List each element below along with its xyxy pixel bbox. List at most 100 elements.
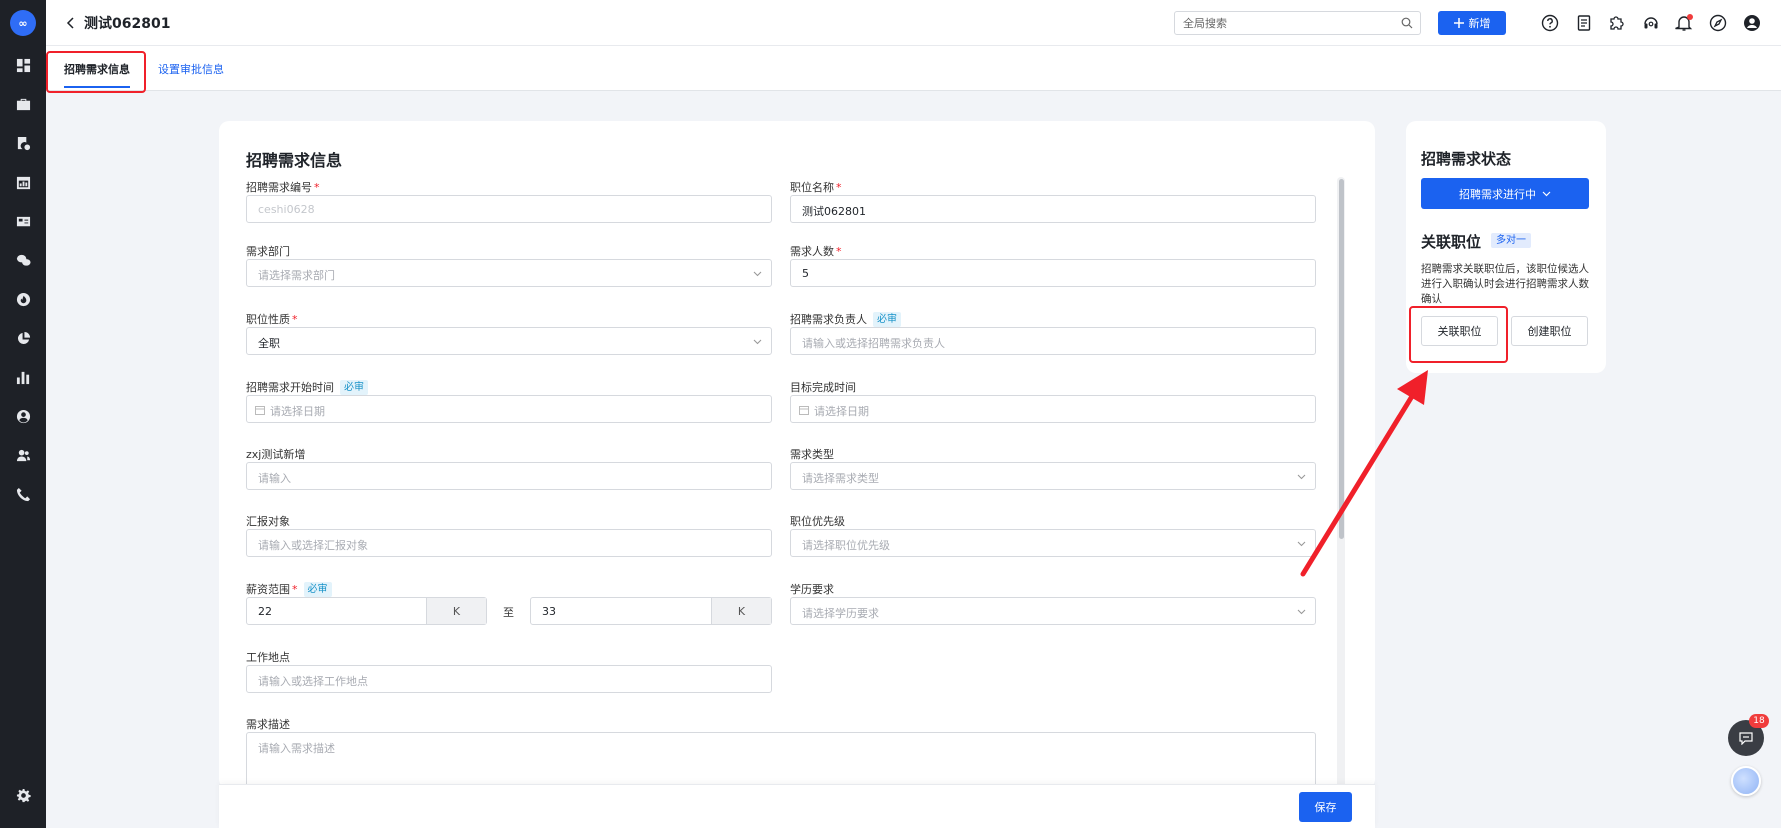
education-select[interactable]: 请选择学历要求 — [790, 597, 1316, 625]
id-card-icon[interactable] — [14, 212, 32, 230]
calendar-icon — [799, 406, 809, 415]
owner-input[interactable]: 请输入或选择招聘需求负责人 — [790, 327, 1316, 355]
location-input[interactable]: 请输入或选择工作地点 — [246, 665, 772, 693]
headcount-label: 需求人数 — [790, 245, 834, 258]
education-label: 学历要求 — [790, 583, 834, 596]
salary-min-value: 22 — [258, 605, 272, 618]
description-textarea[interactable]: 请输入需求描述 — [246, 732, 1316, 789]
page-title: 测试062801 — [84, 16, 171, 32]
priority-select[interactable]: 请选择职位优先级 — [790, 529, 1316, 557]
chevron-down-icon — [1297, 541, 1306, 547]
description-label: 需求描述 — [246, 718, 290, 731]
pie-chart-icon[interactable] — [14, 329, 32, 347]
back-arrow-icon[interactable] — [66, 14, 80, 32]
highlight-box-tab — [46, 51, 146, 93]
briefcase-icon[interactable] — [14, 95, 32, 113]
chevron-down-icon — [1297, 474, 1306, 480]
start-time-picker[interactable]: 请选择日期 — [246, 395, 772, 423]
phone-icon[interactable] — [14, 485, 32, 503]
chat-bubble-icon — [1739, 732, 1753, 745]
req-type-placeholder: 请选择需求类型 — [802, 472, 879, 485]
req-type-label: 需求类型 — [790, 448, 834, 461]
required-approval-tag: 必审 — [303, 582, 332, 597]
salary-max-value: 33 — [542, 605, 556, 618]
user-circle-icon[interactable] — [14, 407, 32, 425]
notification-bell-icon[interactable] — [1675, 14, 1693, 32]
add-new-label: 新增 — [1468, 17, 1491, 30]
assistant-bot-avatar[interactable] — [1731, 766, 1761, 796]
calendar-chart-icon[interactable] — [14, 173, 32, 191]
status-title: 招聘需求状态 — [1421, 150, 1512, 168]
settings-icon[interactable] — [14, 786, 32, 804]
target-time-label: 目标完成时间 — [790, 381, 856, 394]
compass-icon[interactable] — [1709, 14, 1727, 32]
owner-label: 招聘需求负责人 — [790, 313, 867, 326]
start-time-label: 招聘需求开始时间 — [246, 381, 334, 394]
required-approval-tag: 必审 — [340, 380, 368, 395]
tab-approval-settings[interactable]: 设置审批信息 — [158, 61, 224, 77]
dept-select[interactable]: 请选择需求部门 — [246, 259, 772, 287]
users-icon[interactable] — [14, 446, 32, 464]
target-time-picker[interactable]: 请选择日期 — [790, 395, 1316, 423]
required-approval-tag: 必审 — [873, 312, 901, 327]
chevron-down-icon — [753, 339, 762, 345]
bar-chart-icon[interactable] — [14, 368, 32, 386]
account-avatar-icon[interactable] — [1743, 14, 1761, 32]
form-scrollbar-thumb[interactable] — [1339, 179, 1344, 539]
salary-min-input[interactable]: 22 K — [246, 597, 487, 625]
report-to-placeholder: 请输入或选择汇报对象 — [258, 539, 368, 552]
dept-label: 需求部门 — [246, 245, 290, 258]
start-time-placeholder: 请选择日期 — [270, 405, 325, 418]
save-button[interactable]: 保存 — [1299, 792, 1352, 822]
headcount-value: 5 — [802, 267, 809, 280]
priority-placeholder: 请选择职位优先级 — [802, 539, 890, 552]
link-position-title: 关联职位 — [1421, 233, 1482, 251]
education-placeholder: 请选择学历要求 — [802, 607, 879, 620]
status-value: 招聘需求进行中 — [1459, 187, 1536, 201]
salary-max-input[interactable]: 33 K — [530, 597, 772, 625]
save-bar: 保存 — [219, 784, 1375, 828]
req-no-placeholder: ceshi0628 — [258, 203, 315, 216]
app-logo[interactable]: ∞ — [10, 10, 36, 36]
chevron-down-icon — [1542, 191, 1551, 196]
headcount-input[interactable]: 5 — [790, 259, 1316, 287]
headset-icon[interactable] — [1642, 14, 1660, 32]
chat-unread-badge: 18 — [1749, 714, 1769, 728]
salary-range-separator: 至 — [503, 606, 514, 619]
job-title-value: 测试062801 — [802, 205, 866, 218]
salary-max-unit: K — [711, 598, 771, 624]
puzzle-icon[interactable] — [1608, 14, 1626, 32]
target-time-placeholder: 请选择日期 — [814, 405, 869, 418]
highlight-box-link-button — [1409, 306, 1508, 363]
many-to-one-tag: 多对一 — [1491, 233, 1531, 248]
zxj-label: zxj测试新增 — [246, 448, 306, 461]
top-header: 测试062801 新增 — [46, 0, 1781, 46]
chevron-down-icon — [1297, 609, 1306, 615]
req-type-select[interactable]: 请选择需求类型 — [790, 462, 1316, 490]
link-position-description: 招聘需求关联职位后，该职位候选人进行入职确认时会进行招聘需求人数确认 — [1421, 263, 1589, 305]
search-icon — [1401, 17, 1413, 29]
wechat-icon[interactable] — [14, 251, 32, 269]
create-position-button[interactable]: 创建职位 — [1511, 316, 1588, 346]
document-clock-icon[interactable] — [14, 134, 32, 152]
zxj-input[interactable]: 请输入 — [246, 462, 772, 490]
left-nav-rail: ∞ — [0, 0, 46, 828]
document-list-icon[interactable] — [1575, 14, 1593, 32]
job-title-label: 职位名称 — [790, 181, 834, 194]
job-title-input[interactable]: 测试062801 — [790, 195, 1316, 223]
add-new-button[interactable]: 新增 — [1438, 11, 1506, 35]
global-search-input[interactable] — [1183, 12, 1393, 34]
salary-min-unit: K — [426, 598, 486, 624]
job-nature-select[interactable]: 全职 — [246, 327, 772, 355]
report-to-label: 汇报对象 — [246, 515, 290, 528]
zxj-placeholder: 请输入 — [258, 472, 291, 485]
req-no-input: ceshi0628 — [246, 195, 772, 223]
status-dropdown-button[interactable]: 招聘需求进行中 — [1421, 178, 1589, 209]
report-to-input[interactable]: 请输入或选择汇报对象 — [246, 529, 772, 557]
dept-placeholder: 请选择需求部门 — [258, 269, 335, 282]
fire-icon[interactable] — [14, 290, 32, 308]
help-icon[interactable] — [1541, 14, 1559, 32]
owner-placeholder: 请输入或选择招聘需求负责人 — [802, 337, 945, 350]
dashboard-icon[interactable] — [14, 56, 32, 74]
global-search[interactable] — [1174, 11, 1421, 35]
